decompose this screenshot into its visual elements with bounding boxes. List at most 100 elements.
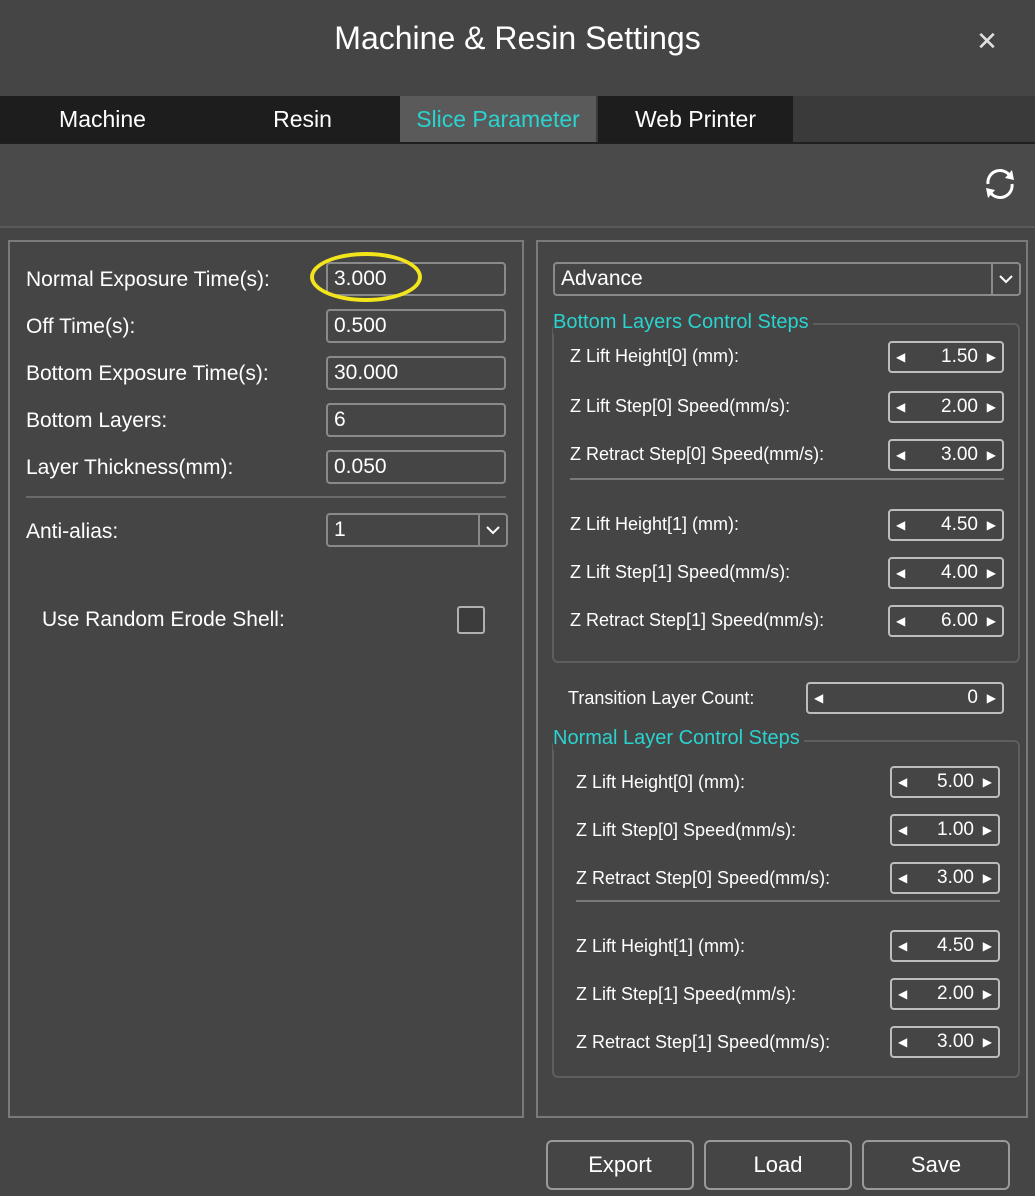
bottom-step-spinner[interactable]: ◀ 4.50 ▶ (888, 509, 1004, 541)
normal-step-spinner[interactable]: ◀ 3.00 ▶ (890, 1026, 1000, 1058)
bottom-step-spinner[interactable]: ◀ 6.00 ▶ (888, 605, 1004, 637)
spinner-value: 4.00 (941, 562, 978, 583)
off-time-field[interactable]: 0.500 (326, 309, 506, 343)
normal-step-label: Z Retract Step[0] Speed(mm/s): (576, 868, 831, 888)
spinner-value: 2.00 (941, 396, 978, 417)
normal-group-title: Normal Layer Control Steps (553, 727, 804, 750)
off-time-label: Off Time(s): (26, 315, 136, 338)
bottom-exposure-label: Bottom Exposure Time(s): (26, 362, 269, 385)
bottom-step-spinner[interactable]: ◀ 2.00 ▶ (888, 391, 1004, 423)
arrow-left-icon[interactable]: ◀ (898, 932, 907, 960)
spinner-value: 5.00 (937, 771, 974, 792)
mode-select[interactable]: Advance (553, 262, 1021, 296)
antialias-value: 1 (334, 518, 346, 541)
arrow-right-icon[interactable]: ▶ (987, 607, 996, 635)
arrow-left-icon[interactable]: ◀ (896, 343, 905, 371)
arrow-left-icon[interactable]: ◀ (896, 441, 905, 469)
spinner-value: 1.50 (941, 346, 978, 367)
layer-thickness-field[interactable]: 0.050 (326, 450, 506, 484)
erode-shell-checkbox[interactable] (457, 606, 485, 634)
arrow-left-icon[interactable]: ◀ (898, 864, 907, 892)
tab-slice-parameter[interactable]: Slice Parameter (400, 96, 596, 142)
toolbar (0, 144, 1035, 228)
normal-step-spinner[interactable]: ◀ 4.50 ▶ (890, 930, 1000, 962)
spinner-value: 0 (967, 687, 978, 708)
arrow-left-icon[interactable]: ◀ (896, 511, 905, 539)
chevron-down-icon (478, 515, 506, 545)
load-button[interactable]: Load (704, 1140, 852, 1190)
transition-spinner[interactable]: ◀ 0 ▶ (806, 682, 1004, 714)
divider (26, 496, 506, 498)
normal-exposure-label: Normal Exposure Time(s): (26, 268, 270, 291)
bottom-step-label: Z Retract Step[0] Speed(mm/s): (570, 444, 825, 464)
normal-step-spinner[interactable]: ◀ 3.00 ▶ (890, 862, 1000, 894)
bottom-step-label: Z Retract Step[1] Speed(mm/s): (570, 610, 825, 630)
normal-step-label: Z Lift Height[0] (mm): (576, 772, 746, 792)
arrow-right-icon[interactable]: ▶ (987, 343, 996, 371)
bottom-layers-label: Bottom Layers: (26, 409, 168, 432)
arrow-right-icon[interactable]: ▶ (983, 768, 992, 796)
antialias-label: Anti-alias: (26, 520, 119, 543)
arrow-left-icon[interactable]: ◀ (896, 393, 905, 421)
transition-label: Transition Layer Count: (568, 688, 755, 708)
close-icon[interactable]: ✕ (970, 24, 1004, 58)
refresh-icon[interactable] (978, 162, 1022, 206)
window-title: Machine & Resin Settings (334, 20, 701, 56)
arrow-right-icon[interactable]: ▶ (987, 684, 996, 712)
save-button[interactable]: Save (862, 1140, 1010, 1190)
spinner-value: 3.00 (937, 1031, 974, 1052)
bottom-exposure-field[interactable]: 30.000 (326, 356, 506, 390)
bottom-step-spinner[interactable]: ◀ 3.00 ▶ (888, 439, 1004, 471)
arrow-right-icon[interactable]: ▶ (987, 441, 996, 469)
normal-step-spinner[interactable]: ◀ 5.00 ▶ (890, 766, 1000, 798)
layer-thickness-label: Layer Thickness(mm): (26, 456, 234, 479)
spinner-value: 1.00 (937, 819, 974, 840)
arrow-right-icon[interactable]: ▶ (987, 511, 996, 539)
chevron-down-icon (991, 264, 1019, 294)
mode-value: Advance (561, 267, 643, 290)
normal-step-label: Z Lift Height[1] (mm): (576, 936, 746, 956)
arrow-left-icon[interactable]: ◀ (896, 607, 905, 635)
arrow-right-icon[interactable]: ▶ (983, 980, 992, 1008)
arrow-right-icon[interactable]: ▶ (983, 864, 992, 892)
arrow-left-icon[interactable]: ◀ (898, 768, 907, 796)
spinner-value: 4.50 (941, 514, 978, 535)
arrow-left-icon[interactable]: ◀ (814, 684, 823, 712)
divider (570, 478, 1004, 480)
bottom-step-label: Z Lift Height[0] (mm): (570, 346, 740, 366)
bottom-step-spinner[interactable]: ◀ 4.00 ▶ (888, 557, 1004, 589)
normal-step-spinner[interactable]: ◀ 1.00 ▶ (890, 814, 1000, 846)
arrow-left-icon[interactable]: ◀ (898, 1028, 907, 1056)
spinner-value: 3.00 (937, 867, 974, 888)
arrow-left-icon[interactable]: ◀ (896, 559, 905, 587)
erode-shell-label: Use Random Erode Shell: (42, 608, 285, 631)
bottom-step-label: Z Lift Height[1] (mm): (570, 514, 740, 534)
spinner-value: 2.00 (937, 983, 974, 1004)
tab-resin[interactable]: Resin (205, 96, 400, 142)
spinner-value: 4.50 (937, 935, 974, 956)
antialias-select[interactable]: 1 (326, 513, 508, 547)
normal-step-spinner[interactable]: ◀ 2.00 ▶ (890, 978, 1000, 1010)
arrow-left-icon[interactable]: ◀ (898, 980, 907, 1008)
bottom-layers-field[interactable]: 6 (326, 403, 506, 437)
spinner-value: 3.00 (941, 444, 978, 465)
bottom-group-title: Bottom Layers Control Steps (553, 311, 813, 334)
bottom-step-spinner[interactable]: ◀ 1.50 ▶ (888, 341, 1004, 373)
highlight-annotation (310, 252, 422, 302)
arrow-right-icon[interactable]: ▶ (983, 932, 992, 960)
bottom-step-label: Z Lift Step[0] Speed(mm/s): (570, 396, 791, 416)
arrow-right-icon[interactable]: ▶ (983, 1028, 992, 1056)
normal-step-label: Z Retract Step[1] Speed(mm/s): (576, 1032, 831, 1052)
spinner-value: 6.00 (941, 610, 978, 631)
divider (576, 900, 1000, 902)
arrow-left-icon[interactable]: ◀ (898, 816, 907, 844)
arrow-right-icon[interactable]: ▶ (983, 816, 992, 844)
export-button[interactable]: Export (546, 1140, 694, 1190)
normal-step-label: Z Lift Step[0] Speed(mm/s): (576, 820, 797, 840)
normal-step-label: Z Lift Step[1] Speed(mm/s): (576, 984, 797, 1004)
tab-machine[interactable]: Machine (0, 96, 205, 142)
bottom-step-label: Z Lift Step[1] Speed(mm/s): (570, 562, 791, 582)
arrow-right-icon[interactable]: ▶ (987, 393, 996, 421)
arrow-right-icon[interactable]: ▶ (987, 559, 996, 587)
tab-web-printer[interactable]: Web Printer (598, 96, 793, 142)
